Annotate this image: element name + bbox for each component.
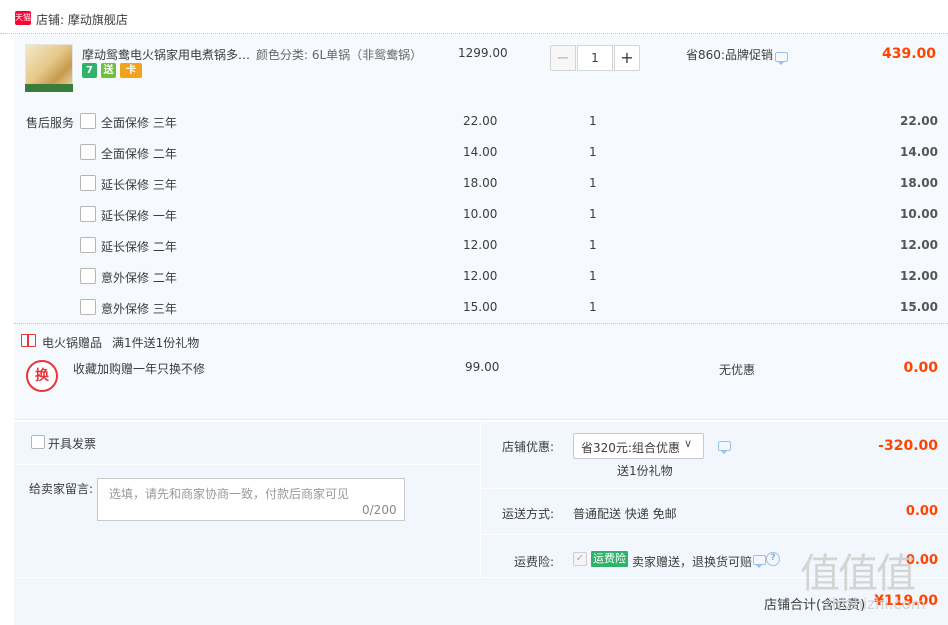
service-price: 22.00 (463, 114, 498, 128)
tmall-badge-icon: 天猫 (15, 11, 31, 25)
shop-header (0, 0, 948, 34)
addon-item-discount: 无优惠 (719, 363, 756, 377)
chat-icon[interactable] (775, 52, 788, 65)
shipping-insurance-checkbox[interactable]: ✓ (573, 552, 587, 566)
quantity-increase-button[interactable]: + (614, 45, 640, 71)
service-row: 全面保修 二年 14.00 1 14.00 (0, 144, 948, 164)
divider (480, 488, 948, 489)
gift-title: 电火锅赠品 (42, 336, 103, 350)
help-icon[interactable]: ? (766, 552, 780, 566)
service-name: 延长保修 二年 (101, 240, 177, 254)
service-checkbox[interactable] (80, 268, 96, 284)
watermark-logo: 值值值 (800, 551, 916, 597)
chat-icon[interactable] (753, 555, 766, 568)
shipping-method: 普通配送 快递 免邮 (573, 507, 677, 521)
service-checkbox[interactable] (80, 237, 96, 253)
service-row: 延长保修 一年 10.00 1 10.00 (0, 206, 948, 226)
service-row: 延长保修 三年 18.00 1 18.00 (0, 175, 948, 195)
divider (14, 464, 480, 465)
service-checkbox[interactable] (80, 113, 96, 129)
service-row: 全面保修 三年 22.00 1 22.00 (0, 113, 948, 133)
product-spec: 颜色分类: 6L单锅（非鸳鸯锅） (256, 48, 423, 62)
shipping-fee: 0.00 (905, 504, 938, 519)
shipping-insurance-desc: 卖家赠送，退换货可赔 (632, 555, 753, 569)
thumbnail-tag (25, 84, 73, 92)
promotion-text: 省860:品牌促销 (686, 48, 773, 62)
service-price: 12.00 (463, 238, 498, 252)
service-qty: 1 (589, 176, 597, 190)
service-price: 14.00 (463, 145, 498, 159)
product-title-link[interactable]: 摩动鸳鸯电火锅家用电煮锅多功... (82, 46, 254, 63)
divider (480, 422, 481, 577)
seller-memo-counter: 0/200 (362, 503, 397, 517)
service-total: 14.00 (900, 145, 938, 159)
delivery-icon[interactable]: 送 (101, 63, 116, 78)
service-qty: 1 (589, 145, 597, 159)
service-qty: 1 (589, 207, 597, 221)
invoice-label[interactable]: 开具发票 (48, 435, 96, 452)
gift-icon (21, 334, 36, 347)
service-name: 全面保修 三年 (101, 116, 177, 130)
shop-name-link[interactable]: 店铺: 摩动旗舰店 (36, 11, 128, 28)
product-subtotal: 439.00 (881, 46, 936, 62)
service-name: 延长保修 三年 (101, 178, 177, 192)
service-name: 延长保修 一年 (101, 209, 177, 223)
quantity-decrease-button[interactable]: − (550, 45, 576, 71)
chevron-down-icon: ∨ (684, 437, 693, 450)
seller-memo-placeholder: 选填，请先和商家协商一致，付款后商家可见 (109, 487, 350, 501)
shop-discount-selected: 省320元:组合优惠 (581, 441, 680, 455)
product-unit-price: 1299.00 (458, 46, 508, 60)
addon-item-price: 99.00 (465, 360, 500, 374)
chat-icon[interactable] (718, 441, 731, 454)
service-checkbox[interactable] (80, 175, 96, 191)
service-qty: 1 (589, 300, 597, 314)
service-total: 10.00 (900, 207, 938, 221)
service-row: 意外保修 三年 15.00 1 15.00 (0, 299, 948, 319)
service-name: 全面保修 二年 (101, 147, 177, 161)
quantity-input[interactable]: 1 (577, 45, 613, 71)
watermark-url: zhizhizhi.com (824, 595, 926, 613)
seven-day-return-icon[interactable]: 7 (82, 63, 97, 78)
addon-item-total: 0.00 (903, 360, 938, 376)
service-row: 延长保修 二年 12.00 1 12.00 (0, 237, 948, 257)
shop-discount-label: 店铺优惠: (502, 440, 555, 454)
service-total: 15.00 (900, 300, 938, 314)
seller-memo-label: 给卖家留言: (29, 482, 94, 496)
shop-discount-gift: 送1份礼物 (617, 464, 673, 478)
service-price: 15.00 (463, 300, 498, 314)
service-qty: 1 (589, 238, 597, 252)
gift-rule: 满1件送1份礼物 (112, 336, 200, 350)
service-total: 18.00 (900, 176, 938, 190)
divider (480, 534, 948, 535)
service-price: 10.00 (463, 207, 498, 221)
service-qty: 1 (589, 114, 597, 128)
swap-icon: 换 (26, 360, 58, 392)
service-qty: 1 (589, 269, 597, 283)
service-checkbox[interactable] (80, 206, 96, 222)
shipping-insurance-label: 运费险: (514, 555, 555, 569)
divider (14, 323, 948, 324)
invoice-checkbox[interactable] (31, 435, 45, 449)
service-name: 意外保修 二年 (101, 271, 177, 285)
shipping-method-label: 运送方式: (502, 507, 555, 521)
service-row: 意外保修 二年 12.00 1 12.00 (0, 268, 948, 288)
service-total: 12.00 (900, 238, 938, 252)
service-price: 18.00 (463, 176, 498, 190)
card-icon[interactable]: 卡 (120, 63, 142, 78)
service-checkbox[interactable] (80, 299, 96, 315)
shipping-insurance-badge: 运费险 (591, 551, 628, 567)
service-checkbox[interactable] (80, 144, 96, 160)
service-total: 22.00 (900, 114, 938, 128)
service-price: 12.00 (463, 269, 498, 283)
addon-item-name: 收藏加购赠一年只换不修 (73, 362, 206, 376)
service-total: 12.00 (900, 269, 938, 283)
service-name: 意外保修 三年 (101, 302, 177, 316)
shop-discount-value: -320.00 (878, 438, 938, 454)
